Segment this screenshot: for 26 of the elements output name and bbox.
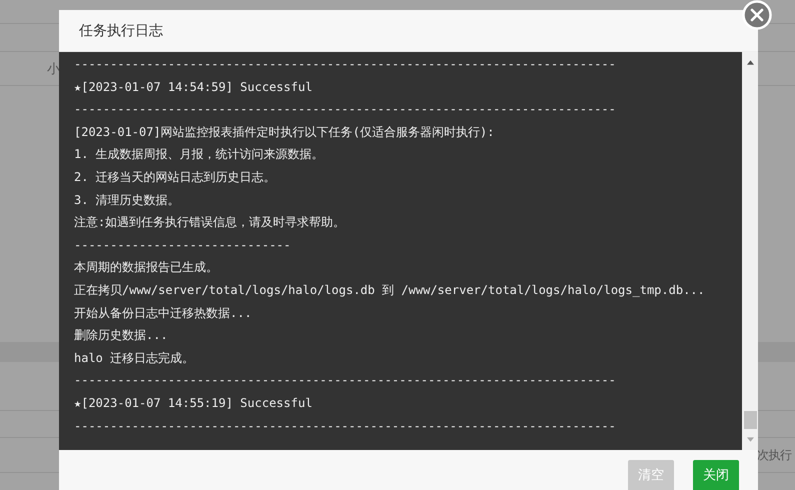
close-icon[interactable] [742,0,772,30]
table-cell: 次执行 [757,446,792,464]
scroll-up-icon[interactable] [746,60,754,65]
log-line: --------------------------------------------------------------------------- [74,101,616,118]
log-line: 1. 生成数据周报、月报，统计访问来源数据。 [74,146,324,164]
log-line: 本周期的数据报告已生成。 [74,259,218,276]
log-line: [2023-01-07]网站监控报表插件定时执行以下任务(仅适合服务器闲时执行): [74,124,494,141]
scrollbar-thumb[interactable] [744,411,756,429]
log-line: 正在拷贝/www/server/total/logs/halo/logs.db 到 /www/server/total/logs/halo/logs_tmp.db... [74,282,705,299]
log-line: --------------------------------------------------------------------------- [74,418,616,434]
log-line: 注意:如遇到任务执行错误信息，请及时寻求帮助。 [74,214,346,232]
dialog-title: 任务执行日志 [79,22,163,40]
table-cell-text: 小 [47,60,60,78]
scrollbar[interactable] [742,52,758,450]
log-line: 开始从备份日志中迁移热数据... [74,304,252,322]
log-line: --------------------------------------------------------------------------- [74,372,616,390]
log-line: halo 迁移日志完成。 [74,350,194,367]
close-button[interactable]: 关闭 [693,460,739,490]
log-line: 3. 清理历史数据。 [74,192,180,209]
log-line: --------------------------------------------------------------------------- [74,56,616,73]
log-line: ------------------------------ [74,236,291,254]
log-line: ★[2023-01-07 14:54:59] Successful [74,78,312,96]
log-line: 2. 迁移当天的网站日志到历史日志。 [74,168,276,186]
log-line: ★[2023-01-07 14:55:19] Successful [74,394,312,412]
log-line: 删除历史数据... [74,327,168,344]
scroll-down-icon[interactable] [746,437,754,442]
